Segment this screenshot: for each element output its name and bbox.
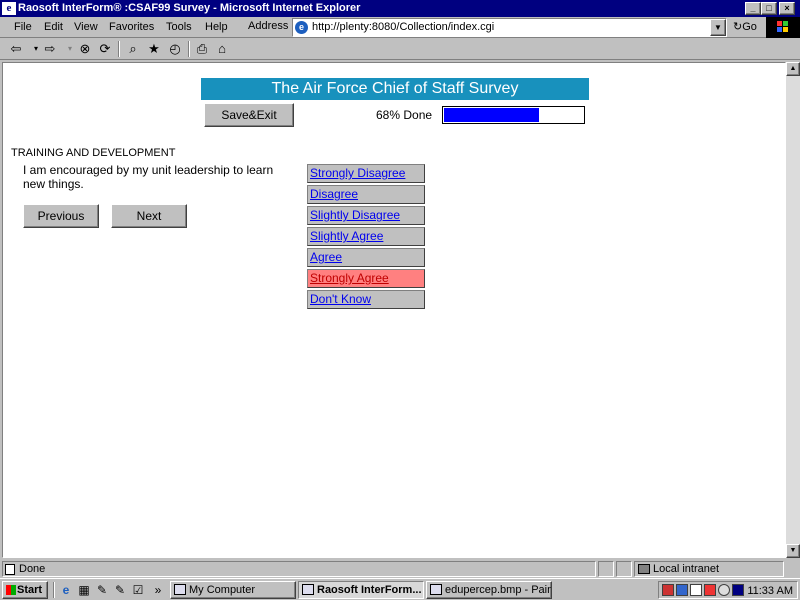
- toolbar-separator: [188, 41, 190, 57]
- ie-task-icon: [302, 584, 314, 595]
- windows-flag-icon: [777, 21, 788, 32]
- toolbar: ⇦ ▾ ⇨ ▾ ⊗ ⟳ ⌕ ★ ◴ ⎙ ⌂: [0, 38, 800, 60]
- scroll-up-icon[interactable]: ▲: [786, 62, 800, 76]
- windows-logo-icon: [6, 585, 16, 595]
- status-bar: Done Local intranet: [0, 560, 800, 578]
- taskbar: Start e ▦ ✎ ✎ ☑ » My Computer Raosoft In…: [0, 578, 800, 600]
- page-icon: e: [295, 21, 308, 34]
- page-done-icon: [5, 564, 15, 575]
- print-icon[interactable]: ⎙: [194, 41, 210, 57]
- security-zone: Local intranet: [634, 561, 784, 577]
- clock[interactable]: 11:33 AM: [747, 583, 793, 599]
- address-label: Address: [248, 20, 289, 32]
- minimize-button[interactable]: _: [745, 2, 761, 15]
- answer-slightly-agree[interactable]: Slightly Agree: [307, 227, 425, 246]
- menu-help[interactable]: Help: [205, 21, 228, 33]
- close-button[interactable]: ×: [779, 2, 795, 15]
- task-my-computer[interactable]: My Computer: [170, 581, 296, 599]
- system-tray: 11:33 AM: [658, 581, 798, 599]
- title-bar: e Raosoft InterForm® :CSAF99 Survey - Mi…: [0, 0, 800, 17]
- history-icon[interactable]: ◴: [167, 41, 183, 57]
- refresh-icon[interactable]: ⟳: [97, 41, 113, 57]
- address-input[interactable]: e http://plenty:8080/Collection/index.cg…: [292, 18, 727, 37]
- chevron-down-icon[interactable]: ▼: [710, 19, 726, 36]
- survey-title: The Air Force Chief of Staff Survey: [201, 78, 589, 100]
- windows-brand: [766, 17, 800, 38]
- forward-icon[interactable]: ⇨: [42, 41, 58, 57]
- quicklaunch-icon[interactable]: ☑: [130, 582, 146, 598]
- computer-icon: [174, 584, 186, 595]
- menu-favorites[interactable]: Favorites: [109, 21, 154, 33]
- language-icon[interactable]: [732, 584, 744, 596]
- progress-label: 68% Done: [376, 108, 433, 122]
- tray-icon[interactable]: [718, 584, 730, 596]
- paint-icon: [430, 584, 442, 595]
- menu-file[interactable]: File: [14, 21, 32, 33]
- menu-edit[interactable]: Edit: [44, 21, 63, 33]
- window-title: Raosoft InterForm® :CSAF99 Survey - Micr…: [18, 2, 361, 14]
- zone-label: Local intranet: [653, 563, 720, 575]
- answer-dont-know[interactable]: Don't Know: [307, 290, 425, 309]
- search-icon[interactable]: ⌕: [125, 41, 141, 57]
- task-raosoft-interform[interactable]: Raosoft InterForm...: [298, 581, 424, 599]
- favorites-icon[interactable]: ★: [146, 41, 162, 57]
- tray-icon[interactable]: [704, 584, 716, 596]
- toolbar-separator: [118, 41, 120, 57]
- status-text: Done: [19, 563, 46, 575]
- quicklaunch-icon[interactable]: ✎: [94, 582, 110, 598]
- status-cell: [616, 561, 632, 577]
- vertical-scrollbar[interactable]: ▲ ▼: [786, 62, 800, 558]
- save-exit-button[interactable]: Save&Exit: [204, 103, 294, 127]
- go-button[interactable]: ↻Go: [733, 20, 757, 33]
- tray-icon[interactable]: [690, 584, 702, 596]
- next-button[interactable]: Next: [111, 204, 187, 228]
- task-paint[interactable]: edupercep.bmp - Paint: [426, 581, 552, 599]
- start-button[interactable]: Start: [2, 581, 48, 599]
- task-label: My Computer: [189, 584, 256, 596]
- address-value: http://plenty:8080/Collection/index.cgi: [312, 21, 495, 33]
- maximize-button[interactable]: □: [761, 2, 777, 15]
- status-text-panel: Done: [2, 561, 596, 577]
- quicklaunch-more[interactable]: »: [150, 582, 166, 598]
- task-label: Raosoft InterForm...: [317, 584, 422, 596]
- go-arrow-icon: ↻: [733, 21, 743, 33]
- menu-view[interactable]: View: [74, 21, 98, 33]
- task-label: edupercep.bmp - Paint: [445, 584, 552, 596]
- ie-quicklaunch-icon[interactable]: e: [58, 582, 74, 598]
- start-label: Start: [17, 584, 43, 596]
- go-label: Go: [742, 21, 757, 33]
- intranet-icon: [638, 564, 650, 574]
- previous-button[interactable]: Previous: [23, 204, 99, 228]
- tray-icon[interactable]: [676, 584, 688, 596]
- section-heading: TRAINING AND DEVELOPMENT: [11, 147, 176, 159]
- page-content: The Air Force Chief of Staff Survey Save…: [2, 62, 786, 558]
- progress-fill: [444, 108, 539, 122]
- scroll-down-icon[interactable]: ▼: [786, 544, 800, 558]
- back-icon[interactable]: ⇦: [8, 41, 24, 57]
- menu-tools[interactable]: Tools: [166, 21, 192, 33]
- taskbar-separator: [53, 582, 55, 598]
- quicklaunch-icon[interactable]: ✎: [112, 582, 128, 598]
- answer-strongly-agree[interactable]: Strongly Agree: [307, 269, 425, 288]
- question-text: I am encouraged by my unit leadership to…: [23, 163, 274, 191]
- status-cell: [598, 561, 614, 577]
- answer-agree[interactable]: Agree: [307, 248, 425, 267]
- answer-strongly-disagree[interactable]: Strongly Disagree: [307, 164, 425, 183]
- progress-bar: [442, 106, 585, 124]
- stop-icon[interactable]: ⊗: [77, 41, 93, 57]
- quicklaunch-icon[interactable]: ▦: [76, 582, 92, 598]
- tray-icon[interactable]: [662, 584, 674, 596]
- forward-dropdown-icon[interactable]: ▾: [62, 41, 78, 57]
- answer-disagree[interactable]: Disagree: [307, 185, 425, 204]
- home-icon[interactable]: ⌂: [214, 41, 230, 57]
- answer-slightly-disagree[interactable]: Slightly Disagree: [307, 206, 425, 225]
- ie-logo-icon: e: [2, 2, 16, 15]
